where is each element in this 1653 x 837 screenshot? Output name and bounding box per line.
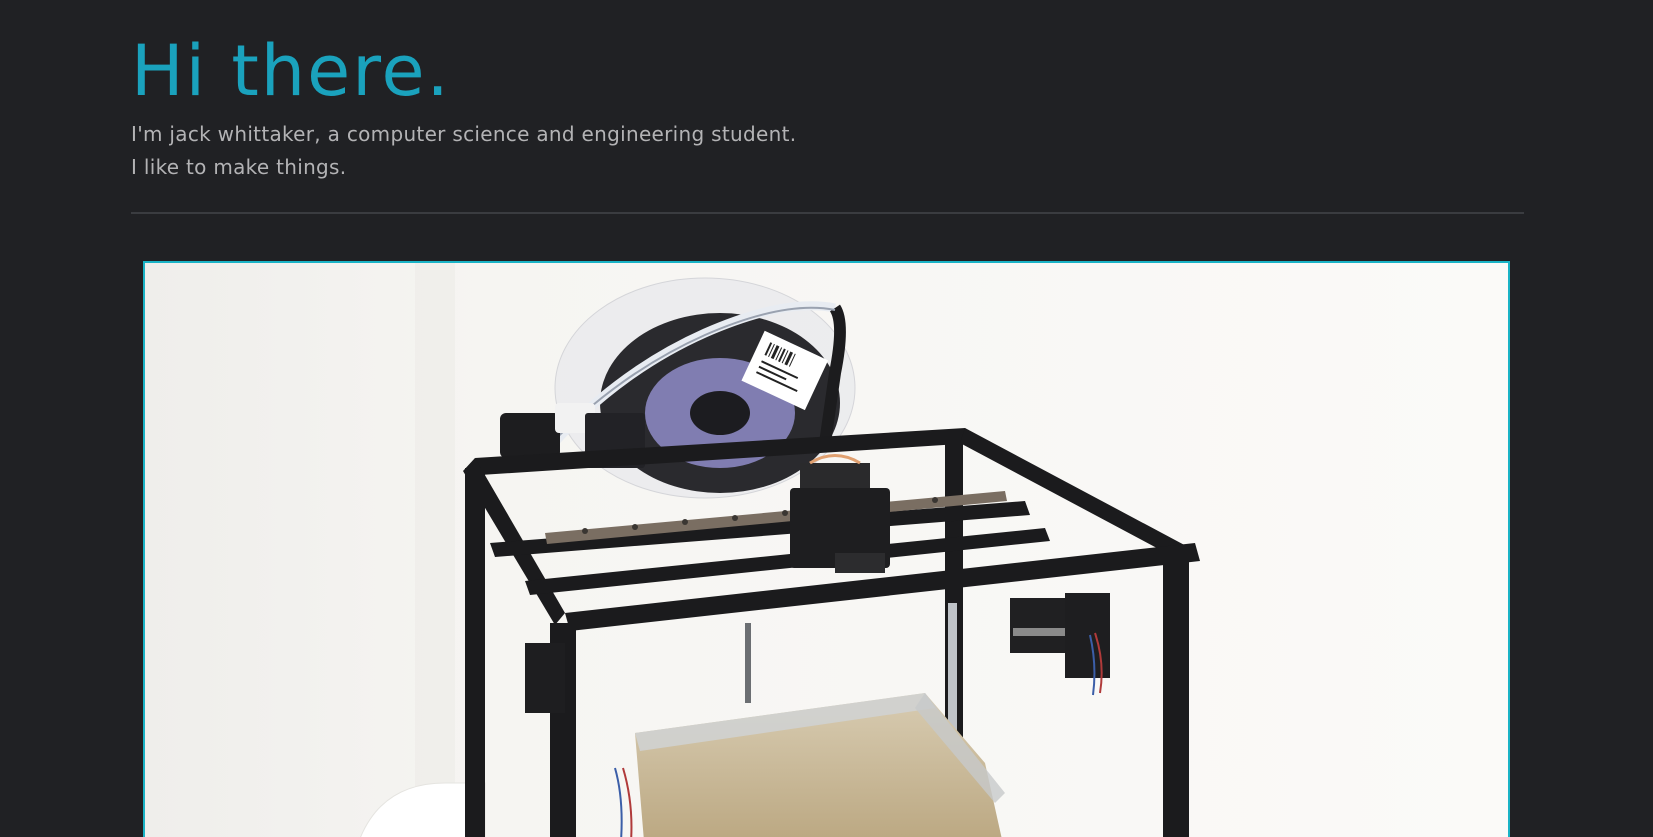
- intro-text: I'm jack whittaker, a computer science a…: [131, 122, 797, 146]
- hero-section: Hi there. I'm jack whittaker, a computer…: [131, 26, 1524, 184]
- page-title: Hi there.: [131, 30, 451, 112]
- page: Hi there. I'm jack whittaker, a computer…: [0, 0, 1653, 837]
- section-divider: [131, 212, 1524, 214]
- tagline-text: I like to make things.: [131, 155, 347, 179]
- featured-project-image[interactable]: [143, 261, 1510, 837]
- printer-photo-illustration: [145, 263, 1508, 837]
